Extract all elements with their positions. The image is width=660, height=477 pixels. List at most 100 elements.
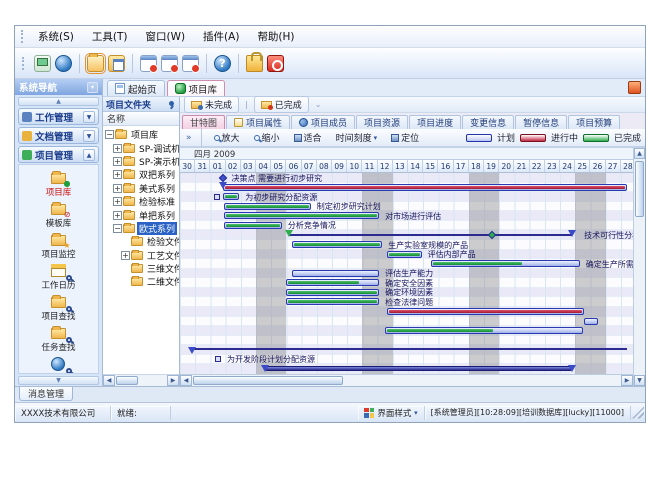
- window-open-icon[interactable]: [161, 55, 178, 72]
- tree-hscroll-thumb[interactable]: [116, 376, 138, 385]
- gantt-tab-pause-info[interactable]: 暂停信息: [515, 115, 567, 129]
- gantt-bar[interactable]: [286, 298, 379, 305]
- sidebar-scroll-up[interactable]: ▲: [18, 97, 99, 106]
- zoom-out-button[interactable]: 缩小: [249, 129, 285, 146]
- gantt-tab-project-budget[interactable]: 项目预算: [568, 115, 620, 129]
- tree-expander-icon[interactable]: +: [113, 184, 122, 193]
- tree-expander-icon[interactable]: +: [121, 251, 130, 260]
- help-icon[interactable]: ?: [214, 55, 231, 72]
- scroll-up-icon[interactable]: ▲: [634, 148, 645, 159]
- monitor-icon[interactable]: [34, 55, 51, 72]
- section-work-management[interactable]: 工作管理▼: [18, 108, 99, 125]
- gantt-tab-project-properties[interactable]: 项目属性: [226, 115, 290, 129]
- folder-window-icon[interactable]: [108, 55, 125, 72]
- gantt-bar[interactable]: [387, 308, 585, 315]
- gantt-bar[interactable]: [223, 193, 240, 200]
- scroll-right-icon[interactable]: ▶: [167, 375, 179, 386]
- window-new-icon[interactable]: [140, 55, 157, 72]
- tree-node[interactable]: +双把系列: [103, 168, 179, 181]
- gantt-vscroll-thumb[interactable]: [635, 161, 644, 217]
- tree-node[interactable]: +单把系列: [103, 208, 179, 221]
- gantt-hscrollbar[interactable]: ◀ ▶: [180, 374, 633, 386]
- gantt-bar[interactable]: [584, 318, 598, 325]
- globe-icon[interactable]: [55, 55, 72, 72]
- summary-bar[interactable]: [265, 366, 572, 371]
- menu-help[interactable]: 帮助(H): [248, 27, 303, 46]
- tree-expander-icon[interactable]: −: [113, 224, 122, 233]
- sidebar-scroll-down[interactable]: ▼: [18, 376, 99, 385]
- tree-node[interactable]: +美式系列: [103, 182, 179, 195]
- filter-finished-button[interactable]: 已完成: [254, 96, 309, 113]
- menu-window[interactable]: 窗口(W): [136, 27, 194, 46]
- tree-expander-icon[interactable]: +: [113, 157, 122, 166]
- chevron-toggle-icon[interactable]: ▼: [83, 130, 95, 142]
- chevron-toggle-icon[interactable]: ▼: [83, 111, 95, 123]
- mini-task-icon[interactable]: [215, 356, 221, 362]
- toolbar-overflow-icon[interactable]: »: [184, 133, 194, 143]
- gantt-bar[interactable]: [431, 260, 580, 267]
- tree-node[interactable]: 二维文件: [103, 275, 179, 288]
- scroll-left-icon[interactable]: ◀: [103, 375, 115, 386]
- tree-expander-icon[interactable]: +: [113, 197, 122, 206]
- chevron-toggle-icon[interactable]: ▲: [83, 149, 95, 161]
- resize-grip[interactable]: [632, 407, 644, 419]
- tree-expander-icon[interactable]: −: [105, 130, 114, 139]
- gantt-bar[interactable]: [224, 222, 282, 229]
- fit-button[interactable]: 适合: [289, 129, 327, 146]
- gantt-tab-gantt-chart[interactable]: 甘特图: [182, 115, 225, 129]
- tab-strip-menu-icon[interactable]: [628, 81, 641, 94]
- tree-node[interactable]: +SP-演示机系: [103, 155, 179, 168]
- exit-icon[interactable]: [267, 55, 284, 72]
- gantt-tab-project-resources[interactable]: 项目资源: [356, 115, 408, 129]
- nav-item-template-library[interactable]: ⊘模板库: [19, 201, 98, 230]
- gantt-bar[interactable]: [286, 289, 379, 296]
- gantt-bar[interactable]: [286, 279, 379, 286]
- tree-expander-icon[interactable]: +: [113, 211, 122, 220]
- tree-hscrollbar[interactable]: ◀ ▶: [103, 374, 179, 386]
- gantt-tab-project-progress[interactable]: 项目进度: [409, 115, 461, 129]
- gantt-tab-change-info[interactable]: 变更信息: [462, 115, 514, 129]
- nav-item-task-search[interactable]: 任务查找: [19, 325, 98, 354]
- tree-node[interactable]: −欧式系列: [103, 222, 179, 235]
- scroll-left-icon[interactable]: ◀: [180, 375, 192, 386]
- tab-start-page[interactable]: 起始页: [107, 80, 165, 96]
- nav-item-project-doc-search[interactable]: 项目文档查找: [19, 356, 98, 374]
- menu-plugins[interactable]: 插件(A): [194, 27, 248, 46]
- nav-item-work-calendar[interactable]: 工作日历: [19, 263, 98, 292]
- gantt-vscrollbar[interactable]: ▲ ▼: [633, 148, 645, 386]
- tree-node[interactable]: −项目库: [103, 128, 179, 141]
- window-close-icon[interactable]: [182, 55, 199, 72]
- tree-node[interactable]: +SP-调试机系: [103, 141, 179, 154]
- tree-column-header[interactable]: 名称: [103, 112, 179, 126]
- sidebar-pin-icon[interactable]: ▾: [87, 82, 98, 93]
- gantt-tab-project-members[interactable]: 项目成员: [291, 115, 355, 129]
- gantt-bar[interactable]: [385, 327, 583, 334]
- tree-expander-icon[interactable]: +: [113, 144, 122, 153]
- message-management-tab[interactable]: 消息管理: [19, 387, 73, 401]
- tree-node[interactable]: 检验文件: [103, 235, 179, 248]
- menu-tools[interactable]: 工具(T): [83, 27, 137, 46]
- nav-item-project-monitor[interactable]: ★项目监控: [19, 232, 98, 261]
- locate-button[interactable]: 定位: [386, 129, 424, 146]
- section-project-management[interactable]: 项目管理▲: [18, 146, 99, 163]
- nav-item-project-search[interactable]: 项目查找: [19, 294, 98, 323]
- ui-style-button[interactable]: 界面样式 ▾: [358, 406, 424, 420]
- section-document-management[interactable]: 文档管理▼: [18, 127, 99, 144]
- scroll-right-icon[interactable]: ▶: [621, 375, 633, 386]
- gantt-bar[interactable]: [387, 251, 422, 258]
- menu-system[interactable]: 系统(S): [29, 27, 83, 46]
- gantt-bar[interactable]: [224, 212, 379, 219]
- tree-node[interactable]: +检验标准: [103, 195, 179, 208]
- gantt-hscroll-thumb[interactable]: [193, 376, 343, 385]
- tree-node[interactable]: 三维文件: [103, 262, 179, 275]
- filter-more-icon[interactable]: ⌄: [312, 100, 325, 109]
- gantt-bar[interactable]: [224, 203, 311, 210]
- gantt-bar[interactable]: [223, 184, 627, 191]
- gantt-bar[interactable]: [292, 270, 379, 277]
- tab-project-library[interactable]: 项目库: [167, 80, 226, 96]
- lock-icon[interactable]: [246, 55, 263, 72]
- gantt-bar[interactable]: [292, 241, 382, 248]
- open-folder-icon[interactable]: [87, 55, 104, 72]
- nav-item-project-library[interactable]: ●项目库: [19, 170, 98, 199]
- pin-icon[interactable]: [167, 100, 176, 109]
